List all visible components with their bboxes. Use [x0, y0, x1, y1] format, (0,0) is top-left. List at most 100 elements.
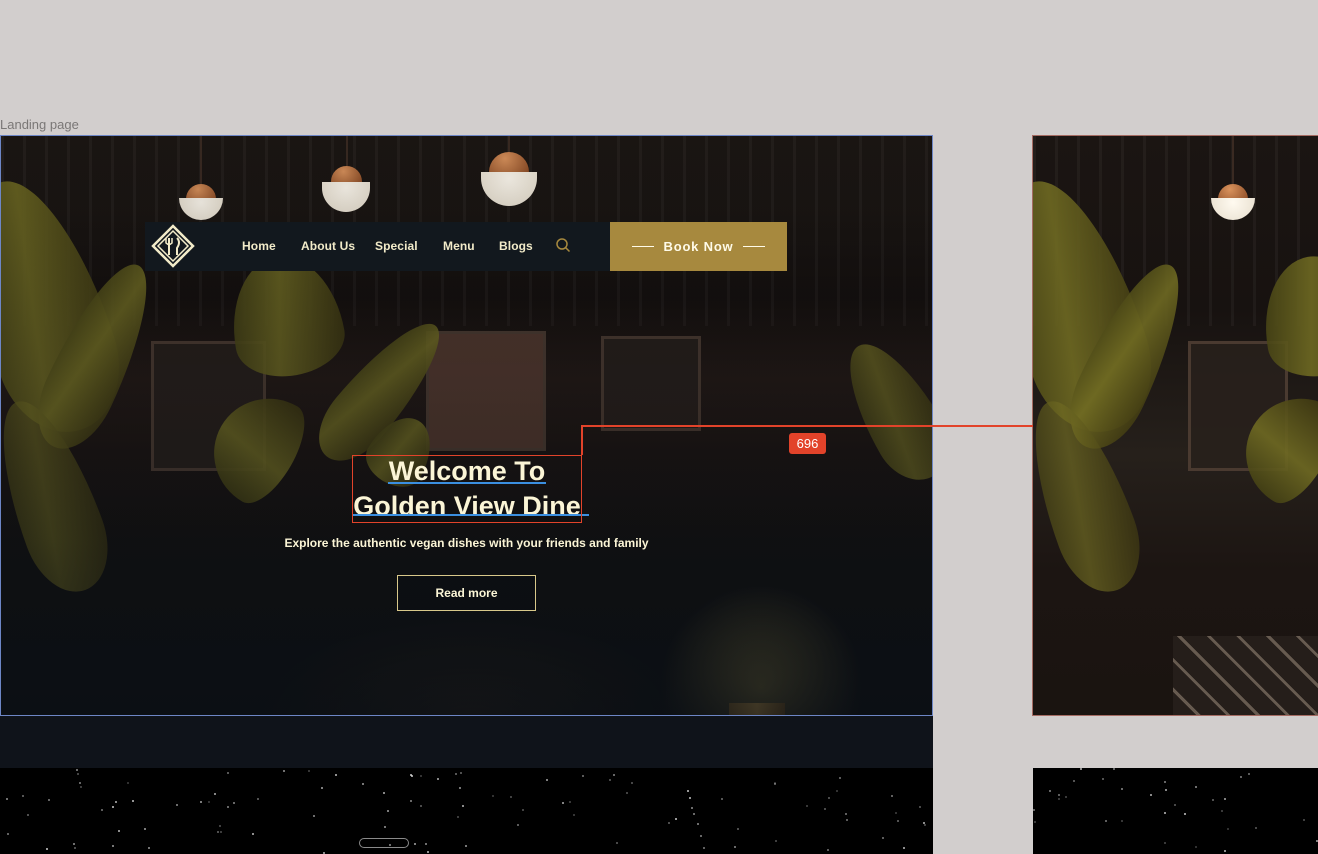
- resize-handle[interactable]: [359, 838, 409, 848]
- star-dot: [697, 823, 699, 825]
- star-dot: [420, 805, 422, 807]
- star-dot: [1224, 850, 1226, 852]
- star-dot: [457, 816, 459, 818]
- read-more-button[interactable]: Read more: [397, 575, 536, 611]
- star-dot: [1102, 778, 1104, 780]
- star-dot: [214, 793, 216, 795]
- star-dot: [22, 795, 24, 797]
- star-dot: [459, 787, 461, 789]
- star-dot: [384, 826, 386, 828]
- landing-page-variant-frame[interactable]: [1032, 135, 1318, 716]
- star-dot: [774, 783, 776, 785]
- starfield-section-variant: [1033, 768, 1318, 854]
- star-dot: [1033, 809, 1035, 811]
- star-dot: [48, 799, 50, 801]
- book-now-label: Book Now: [663, 239, 734, 254]
- star-dot: [582, 775, 584, 777]
- star-dot: [1164, 781, 1166, 783]
- nav-about-us[interactable]: About Us: [301, 239, 355, 253]
- star-dot: [144, 828, 146, 830]
- nav-home[interactable]: Home: [242, 239, 276, 253]
- star-dot: [112, 845, 114, 847]
- star-dot: [1303, 819, 1305, 821]
- star-dot: [1174, 804, 1176, 806]
- star-dot: [425, 843, 427, 845]
- top-navigation: Home About Us Special Menu Blogs: [145, 222, 610, 271]
- restaurant-logo-icon[interactable]: [151, 224, 195, 268]
- star-dot: [1164, 842, 1166, 844]
- star-dot: [127, 782, 129, 784]
- star-dot: [919, 806, 921, 808]
- star-dot: [839, 777, 841, 779]
- star-dot: [1212, 799, 1214, 801]
- star-dot: [895, 812, 897, 814]
- star-dot: [115, 801, 117, 803]
- star-dot: [828, 797, 830, 799]
- star-dot: [1195, 846, 1197, 848]
- hero-subtitle: Explore the authentic vegan dishes with …: [284, 536, 649, 550]
- star-dot: [675, 818, 677, 820]
- star-dot: [845, 813, 847, 815]
- star-dot: [522, 809, 524, 811]
- star-dot: [1240, 776, 1242, 778]
- star-dot: [846, 819, 848, 821]
- star-dot: [569, 801, 571, 803]
- star-dot: [703, 847, 705, 849]
- star-dot: [1034, 821, 1036, 823]
- star-dot: [687, 790, 689, 792]
- star-dot: [420, 775, 422, 777]
- star-dot: [700, 835, 702, 837]
- star-dot: [73, 843, 75, 845]
- star-dot: [321, 787, 323, 789]
- nav-menu[interactable]: Menu: [443, 239, 475, 253]
- star-dot: [882, 837, 884, 839]
- star-dot: [626, 792, 628, 794]
- star-dot: [1105, 820, 1107, 822]
- star-dot: [613, 774, 615, 776]
- star-dot: [427, 851, 429, 853]
- star-dot: [7, 833, 9, 835]
- decor-line-right: [743, 245, 766, 248]
- star-dot: [219, 825, 221, 827]
- star-dot: [362, 783, 364, 785]
- star-dot: [689, 797, 691, 799]
- star-dot: [1195, 786, 1197, 788]
- star-dot: [1224, 798, 1226, 800]
- star-dot: [387, 810, 389, 812]
- book-now-button[interactable]: Book Now: [610, 222, 787, 271]
- star-dot: [437, 778, 439, 780]
- search-icon[interactable]: [555, 237, 571, 253]
- star-dot: [383, 792, 385, 794]
- star-dot: [1121, 788, 1123, 790]
- measurement-line-vertical: [581, 425, 583, 455]
- star-dot: [1065, 796, 1067, 798]
- star-dot: [775, 840, 777, 842]
- star-dot: [410, 800, 412, 802]
- star-dot: [1184, 813, 1186, 815]
- star-dot: [1221, 810, 1223, 812]
- star-dot: [827, 849, 829, 851]
- star-dot: [1150, 794, 1152, 796]
- star-dot: [631, 782, 633, 784]
- selection-box[interactable]: [352, 455, 582, 523]
- nav-special[interactable]: Special: [375, 239, 418, 253]
- star-dot: [220, 831, 222, 833]
- star-dot: [903, 847, 905, 849]
- star-dot: [737, 828, 739, 830]
- star-dot: [208, 801, 210, 803]
- star-dot: [546, 779, 548, 781]
- star-dot: [806, 805, 808, 807]
- star-dot: [233, 802, 235, 804]
- star-dot: [76, 769, 78, 771]
- star-dot: [1121, 820, 1123, 822]
- star-dot: [1049, 790, 1051, 792]
- nav-blogs[interactable]: Blogs: [499, 239, 533, 253]
- star-dot: [200, 801, 202, 803]
- section-divider-band: [0, 716, 933, 768]
- star-dot: [313, 815, 315, 817]
- star-dot: [924, 824, 926, 826]
- star-dot: [465, 845, 467, 847]
- star-dot: [668, 822, 670, 824]
- star-dot: [227, 806, 229, 808]
- frame-label: Landing page: [0, 117, 79, 132]
